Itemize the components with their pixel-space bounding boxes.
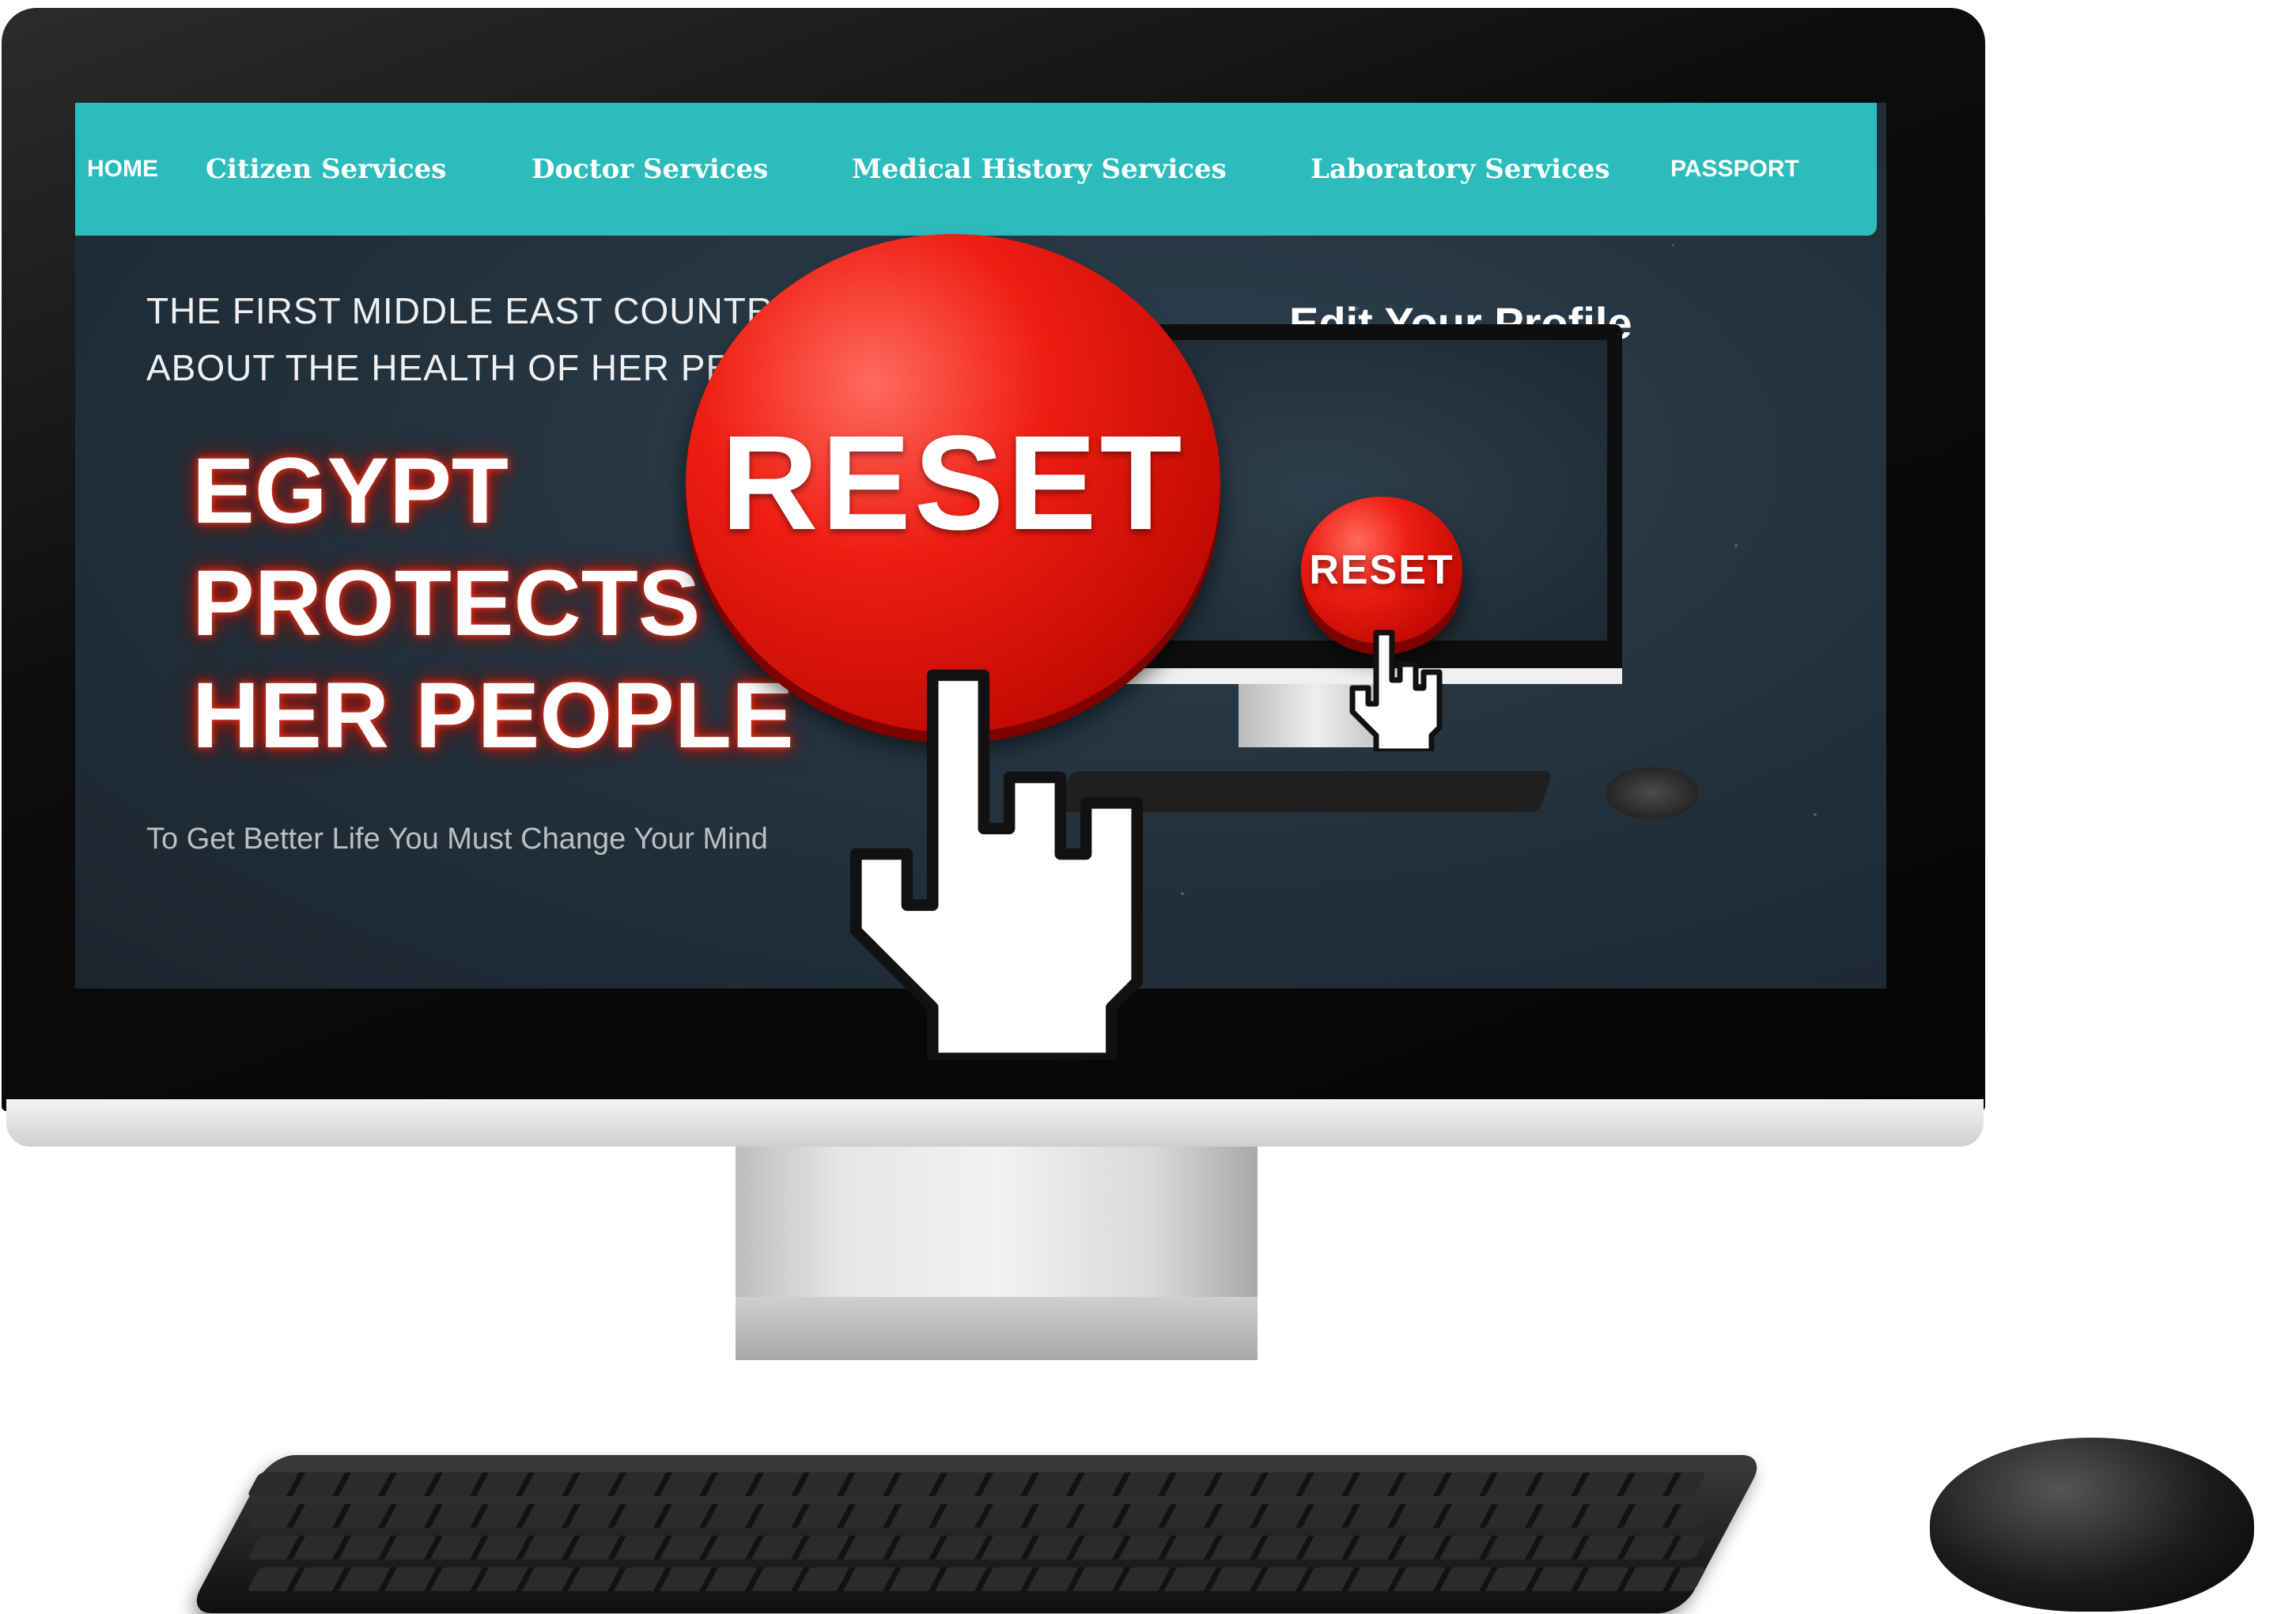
small-reset-button[interactable]: RESET [1301, 497, 1462, 644]
nav-home[interactable]: HOME [87, 103, 158, 236]
nav-citizen-services[interactable]: Citizen Services [206, 103, 446, 236]
hero-heading-line-2: ABOUT THE HEALTH OF HER PEOPL [146, 347, 807, 388]
mouse [1930, 1438, 2254, 1612]
keyboard-keys-row [247, 1472, 1707, 1496]
keyboard-keys-row [247, 1567, 1707, 1591]
pointing-hand-cursor-icon [850, 669, 1143, 1060]
top-navbar: HOME Citizen Services Doctor Services Me… [75, 103, 1877, 236]
nav-passport[interactable]: PASSPORT [1670, 103, 1799, 236]
pointing-hand-cursor-icon [1349, 629, 1443, 751]
mini-mouse [1606, 767, 1699, 819]
slogan-line-3: HER PEOPLE [192, 663, 794, 768]
keyboard-keys-row [247, 1504, 1707, 1528]
nav-laboratory-services[interactable]: Laboratory Services [1311, 103, 1609, 236]
hero-tagline: To Get Better Life You Must Change Your … [146, 822, 768, 856]
monitor-chin [6, 1099, 1984, 1147]
monitor-stand-base [736, 1297, 1258, 1360]
nav-doctor-services[interactable]: Doctor Services [531, 103, 768, 236]
nav-medical-history-services[interactable]: Medical History Services [852, 103, 1227, 236]
keyboard-keys-row [247, 1536, 1707, 1559]
